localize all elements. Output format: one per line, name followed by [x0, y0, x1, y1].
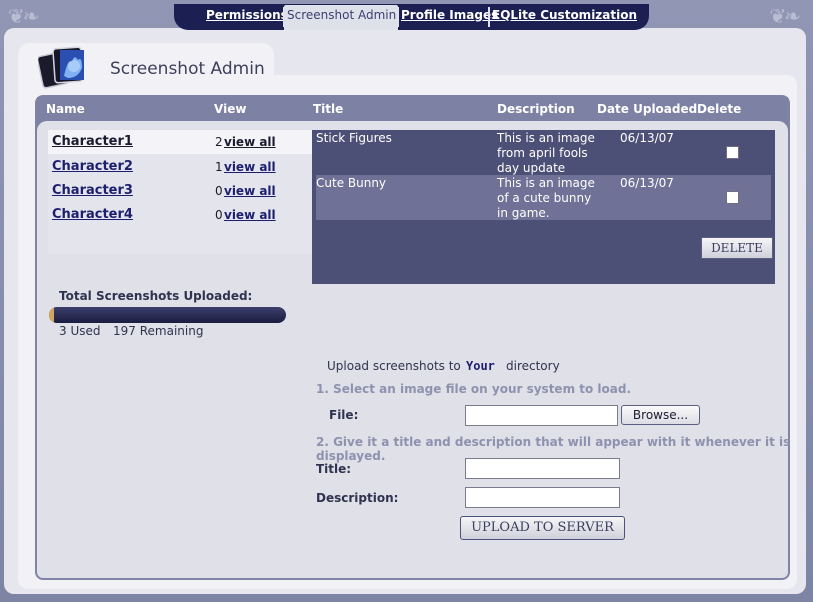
- character-row[interactable]: Character1 2 view all: [48, 130, 312, 154]
- usage-label: Total Screenshots Uploaded:: [59, 289, 253, 303]
- column-header-date: Date Uploaded: [597, 102, 698, 116]
- file-label: File:: [329, 408, 359, 422]
- usage-progress-bar: [49, 307, 286, 323]
- screenshot-row: Cute Bunny This is an image of a cute bu…: [316, 175, 771, 220]
- screenshot-admin-logo-icon: [36, 44, 104, 90]
- usage-used: 3 Used: [59, 324, 101, 338]
- upload-step-1: 1. Select an image file on your system t…: [316, 382, 632, 396]
- description-input[interactable]: [465, 487, 620, 508]
- tab-permissions[interactable]: Permissions: [203, 5, 291, 30]
- table-header: Name View Title Description Date Uploade…: [37, 97, 788, 121]
- title-label: Title:: [316, 462, 352, 476]
- delete-button[interactable]: DELETE: [701, 237, 773, 259]
- view-all-link[interactable]: view all: [224, 160, 276, 174]
- screenshot-title: Cute Bunny: [316, 176, 387, 190]
- screenshot-table: Stick Figures This is an image from apri…: [312, 130, 775, 284]
- view-all-link[interactable]: view all: [224, 208, 276, 222]
- file-input[interactable]: [465, 405, 618, 426]
- screenshot-title: Stick Figures: [316, 131, 392, 145]
- screenshot-description: This is an image from april fools day up…: [497, 131, 595, 175]
- character-name-link[interactable]: Character4: [52, 207, 133, 222]
- screenshot-count: 1: [215, 160, 223, 174]
- title-input[interactable]: [465, 458, 620, 479]
- page-title: Screenshot Admin: [110, 59, 265, 79]
- usage-remaining: 197 Remaining: [113, 324, 204, 338]
- character-row[interactable]: Character2 1 view all: [48, 155, 312, 179]
- delete-checkbox[interactable]: [726, 191, 739, 204]
- screenshot-date: 06/13/07: [620, 176, 674, 190]
- column-header-delete: Delete: [697, 102, 742, 116]
- tab-eqlite-customization[interactable]: EQLite Customization: [489, 5, 640, 30]
- column-header-description: Description: [497, 102, 575, 116]
- character-name-link[interactable]: Character3: [52, 183, 133, 198]
- column-header-view: View: [214, 102, 247, 116]
- screenshot-count: 2: [215, 135, 223, 149]
- upload-heading: Upload screenshots to: [327, 359, 461, 373]
- screenshot-description: This is an image of a cute bunny in game…: [497, 176, 595, 220]
- tab-profile-images[interactable]: Profile Images: [398, 5, 501, 30]
- column-header-name: Name: [46, 102, 85, 116]
- tab-screenshot-admin[interactable]: Screenshot Admin: [284, 5, 398, 30]
- column-header-title: Title: [313, 102, 344, 116]
- delete-checkbox[interactable]: [726, 146, 739, 159]
- screenshot-count: 0: [215, 208, 223, 222]
- character-name-link[interactable]: Character2: [52, 159, 133, 174]
- view-all-link[interactable]: view all: [224, 184, 276, 198]
- usage-progress-fill: [49, 307, 54, 323]
- ornament-left-icon: ❦⁠❧: [8, 4, 39, 28]
- upload-heading-suffix: directory: [506, 359, 560, 373]
- upload-directory: Your: [466, 359, 495, 373]
- screenshot-count: 0: [215, 184, 223, 198]
- screenshot-row: Stick Figures This is an image from apri…: [316, 130, 771, 175]
- screenshot-date: 06/13/07: [620, 131, 674, 145]
- character-row[interactable]: Character4 0 view all: [48, 203, 312, 227]
- browse-button[interactable]: Browse...: [621, 405, 700, 425]
- character-list: Character1 2 view all Character2 1 view …: [48, 130, 312, 254]
- view-all-link[interactable]: view all: [224, 135, 276, 149]
- ornament-right-icon: ❦⁠❧: [769, 4, 800, 28]
- character-name-link[interactable]: Character1: [52, 134, 133, 149]
- upload-to-server-button[interactable]: UPLOAD TO SERVER: [460, 516, 625, 540]
- description-label: Description:: [316, 491, 399, 505]
- character-row[interactable]: Character3 0 view all: [48, 179, 312, 203]
